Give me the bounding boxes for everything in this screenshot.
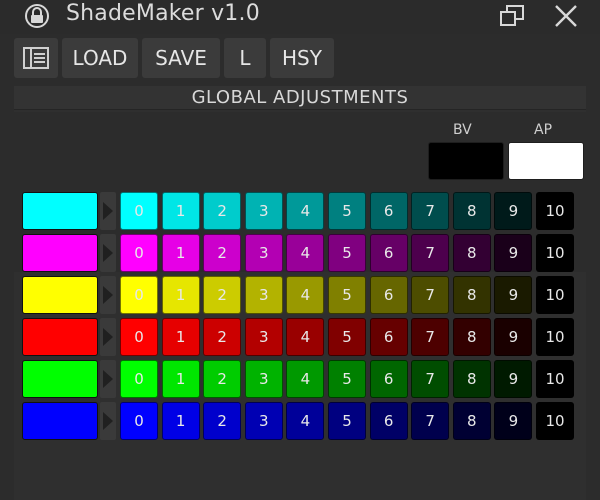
close-icon (555, 5, 577, 27)
shade-cell-blue-1[interactable]: 1 (161, 402, 200, 440)
base-color-swatch-yellow[interactable] (22, 276, 98, 314)
shade-cell-cyan-3[interactable]: 3 (244, 192, 283, 230)
shade-cell-green-5[interactable]: 5 (328, 360, 366, 398)
shade-cell-red-9[interactable]: 9 (494, 318, 533, 356)
hsy-mode-button[interactable]: HSY (270, 38, 334, 78)
shade-cell-yellow-4[interactable]: 4 (286, 276, 325, 314)
panel-header: GLOBAL ADJUSTMENTS (14, 86, 586, 110)
shade-cell-blue-9[interactable]: 9 (494, 402, 533, 440)
expand-arrow-icon[interactable] (100, 276, 116, 314)
shade-cell-red-4[interactable]: 4 (286, 318, 325, 356)
base-color-swatch-red[interactable] (22, 318, 98, 356)
restore-window-icon (500, 5, 524, 26)
shade-cell-cyan-2[interactable]: 2 (203, 192, 242, 230)
shade-cell-cyan-1[interactable]: 1 (161, 192, 200, 230)
restore-button[interactable] (494, 0, 530, 32)
shade-cell-yellow-1[interactable]: 1 (161, 276, 200, 314)
load-button[interactable]: LOAD (62, 38, 138, 78)
base-color-swatch-green[interactable] (22, 360, 98, 398)
shade-cell-cyan-4[interactable]: 4 (286, 192, 325, 230)
shade-cell-blue-5[interactable]: 5 (328, 402, 366, 440)
shade-cell-green-4[interactable]: 4 (286, 360, 325, 398)
expand-arrow-icon[interactable] (100, 360, 116, 398)
shade-cell-green-9[interactable]: 9 (494, 360, 533, 398)
base-color-swatch-blue[interactable] (22, 402, 98, 440)
shade-cell-magenta-0[interactable]: 0 (120, 234, 158, 272)
shade-cell-yellow-6[interactable]: 6 (369, 276, 408, 314)
shade-cell-yellow-3[interactable]: 3 (244, 276, 283, 314)
shade-cell-red-8[interactable]: 8 (452, 318, 491, 356)
shade-cell-blue-7[interactable]: 7 (411, 402, 450, 440)
shade-cell-green-10[interactable]: 10 (536, 360, 574, 398)
shade-cell-red-0[interactable]: 0 (120, 318, 158, 356)
window-title: ShadeMaker v1.0 (66, 1, 260, 26)
shade-cell-green-2[interactable]: 2 (203, 360, 242, 398)
close-button[interactable] (548, 0, 584, 32)
shade-cell-green-8[interactable]: 8 (452, 360, 491, 398)
toolbar: LOAD SAVE L HSY (14, 38, 334, 78)
ap-label: AP (534, 122, 553, 138)
shade-cell-green-0[interactable]: 0 (120, 360, 158, 398)
save-button[interactable]: SAVE (142, 38, 220, 78)
shade-cell-magenta-5[interactable]: 5 (328, 234, 366, 272)
shade-cell-yellow-0[interactable]: 0 (120, 276, 158, 314)
shade-cell-red-10[interactable]: 10 (536, 318, 574, 356)
shade-cell-blue-2[interactable]: 2 (203, 402, 242, 440)
expand-arrow-icon[interactable] (100, 402, 116, 440)
title-bar[interactable]: ShadeMaker v1.0 (0, 0, 600, 34)
shade-cell-cyan-0[interactable]: 0 (120, 192, 158, 230)
padlock-icon (25, 4, 49, 28)
shade-cell-magenta-1[interactable]: 1 (161, 234, 200, 272)
shade-cell-green-1[interactable]: 1 (161, 360, 200, 398)
shade-cell-magenta-3[interactable]: 3 (244, 234, 283, 272)
shade-cell-magenta-2[interactable]: 2 (203, 234, 242, 272)
bv-label: BV (453, 122, 472, 138)
panel-list-icon (23, 47, 49, 69)
shade-cell-yellow-2[interactable]: 2 (203, 276, 242, 314)
shade-cell-yellow-8[interactable]: 8 (452, 276, 491, 314)
shade-cell-green-6[interactable]: 6 (369, 360, 408, 398)
expand-arrow-icon[interactable] (100, 234, 116, 272)
shade-cell-red-7[interactable]: 7 (411, 318, 450, 356)
shade-cell-cyan-5[interactable]: 5 (328, 192, 366, 230)
shade-cell-blue-10[interactable]: 10 (536, 402, 574, 440)
shade-cell-yellow-10[interactable]: 10 (536, 276, 574, 314)
shade-cell-magenta-10[interactable]: 10 (536, 234, 574, 272)
shade-cell-blue-0[interactable]: 0 (120, 402, 158, 440)
ap-color-swatch[interactable] (508, 142, 584, 180)
l-mode-button[interactable]: L (224, 38, 266, 78)
shade-cell-blue-6[interactable]: 6 (369, 402, 408, 440)
shade-cell-magenta-4[interactable]: 4 (286, 234, 325, 272)
shade-cell-cyan-7[interactable]: 7 (411, 192, 450, 230)
shade-cell-red-3[interactable]: 3 (244, 318, 283, 356)
shade-cell-red-5[interactable]: 5 (328, 318, 366, 356)
shade-cell-red-6[interactable]: 6 (369, 318, 408, 356)
bv-color-swatch[interactable] (428, 142, 504, 180)
shade-cell-red-1[interactable]: 1 (161, 318, 200, 356)
shade-cell-magenta-6[interactable]: 6 (369, 234, 408, 272)
shade-cell-blue-8[interactable]: 8 (452, 402, 491, 440)
expand-arrow-icon[interactable] (100, 318, 116, 356)
shade-cell-yellow-5[interactable]: 5 (328, 276, 366, 314)
base-color-swatch-cyan[interactable] (22, 192, 98, 230)
panel-menu-button[interactable] (14, 38, 58, 78)
shade-cell-blue-4[interactable]: 4 (286, 402, 325, 440)
shademaker-window: ShadeMaker v1.0 LOAD SAVE L HSY GLOBAL A… (0, 0, 600, 500)
base-color-swatch-magenta[interactable] (22, 234, 98, 272)
shade-cell-green-7[interactable]: 7 (411, 360, 450, 398)
expand-arrow-icon[interactable] (100, 192, 116, 230)
shade-cell-cyan-9[interactable]: 9 (494, 192, 533, 230)
shade-cell-green-3[interactable]: 3 (244, 360, 283, 398)
shade-cell-magenta-9[interactable]: 9 (494, 234, 533, 272)
shade-cell-cyan-6[interactable]: 6 (369, 192, 408, 230)
shade-cell-yellow-7[interactable]: 7 (411, 276, 450, 314)
shade-cell-red-2[interactable]: 2 (203, 318, 242, 356)
shade-cell-magenta-7[interactable]: 7 (411, 234, 450, 272)
shade-cell-cyan-8[interactable]: 8 (452, 192, 491, 230)
shade-cell-yellow-9[interactable]: 9 (494, 276, 533, 314)
shade-cell-magenta-8[interactable]: 8 (452, 234, 491, 272)
shade-cell-cyan-10[interactable]: 10 (536, 192, 574, 230)
shade-cell-blue-3[interactable]: 3 (244, 402, 283, 440)
